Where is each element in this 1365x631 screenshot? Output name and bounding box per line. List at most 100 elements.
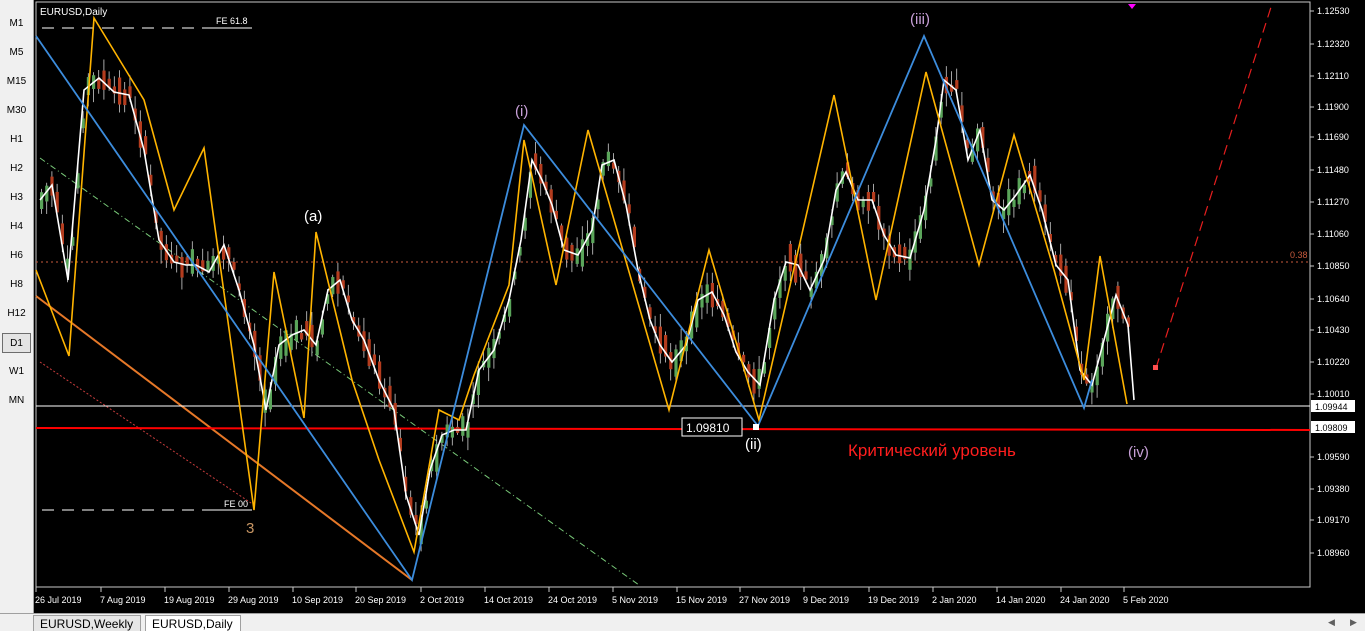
tab-eurusd-daily[interactable]: EURUSD,Daily bbox=[145, 615, 241, 631]
current-price-tag-value: 1.09944 bbox=[1315, 402, 1348, 412]
price-tick-label: 1.11270 bbox=[1317, 197, 1349, 207]
price-tick-label: 1.09170 bbox=[1317, 515, 1350, 525]
price-tick-label: 1.11690 bbox=[1317, 132, 1349, 142]
candle-body bbox=[232, 261, 236, 270]
fe-top-label: FE 61.8 bbox=[216, 16, 248, 26]
candle-body bbox=[752, 369, 756, 394]
price-chart[interactable]: EURUSD,Daily FE 61.8 FE 00 0.38 1.09810 … bbox=[34, 0, 1365, 613]
price-tick-label: 1.12320 bbox=[1317, 39, 1350, 49]
wave-label-iv: (iv) bbox=[1128, 444, 1149, 461]
candle-body bbox=[1012, 199, 1016, 207]
date-tick-label: 2 Jan 2020 bbox=[932, 595, 977, 605]
date-tick-label: 24 Jan 2020 bbox=[1060, 595, 1110, 605]
wave-label-a: (a) bbox=[304, 208, 322, 225]
candle-body bbox=[102, 70, 106, 90]
candle-body bbox=[180, 257, 184, 278]
date-tick-label: 26 Jul 2019 bbox=[35, 595, 82, 605]
price-tick-label: 1.10850 bbox=[1317, 261, 1350, 271]
candle-body bbox=[40, 192, 44, 210]
wave-label-iii: (iii) bbox=[910, 11, 930, 28]
date-tick-label: 24 Oct 2019 bbox=[548, 595, 597, 605]
candle-body bbox=[118, 77, 122, 105]
price-tick-label: 1.10640 bbox=[1317, 294, 1350, 304]
date-tick-label: 9 Dec 2019 bbox=[803, 595, 849, 605]
candle-body bbox=[606, 151, 610, 167]
date-axis: 26 Jul 2019 7 Aug 2019 19 Aug 2019 29 Aug 2… bbox=[35, 587, 1169, 605]
candle-body bbox=[955, 80, 959, 89]
scroll-left-icon[interactable]: ◀ bbox=[1328, 617, 1335, 628]
candle-body bbox=[700, 293, 704, 308]
candle-body bbox=[674, 349, 678, 377]
candle-body bbox=[575, 248, 579, 264]
candle-body bbox=[346, 295, 350, 303]
date-tick-label: 2 Oct 2019 bbox=[420, 595, 464, 605]
timeframe-w1[interactable]: W1 bbox=[2, 362, 31, 382]
fib-38-label: 0.38 bbox=[1290, 250, 1308, 260]
chart-title: EURUSD,Daily bbox=[40, 7, 107, 18]
price-tick-label: 1.12530 bbox=[1317, 6, 1350, 16]
candle-body bbox=[461, 416, 465, 436]
critical-level-line bbox=[35, 427, 1311, 431]
projection-anchor bbox=[1153, 365, 1158, 370]
price-tick-label: 1.10220 bbox=[1317, 357, 1350, 367]
timeframe-h12[interactable]: H12 bbox=[2, 304, 31, 324]
candle-body bbox=[658, 326, 662, 354]
price-tick-label: 1.10430 bbox=[1317, 325, 1350, 335]
red-dotted-trendline bbox=[39, 361, 255, 506]
price-box-anchor bbox=[753, 424, 759, 430]
date-tick-label: 5 Nov 2019 bbox=[612, 595, 658, 605]
blue-zigzag bbox=[35, 33, 1093, 583]
price-box-value: 1.09810 bbox=[686, 421, 730, 435]
date-tick-label: 19 Aug 2019 bbox=[164, 595, 215, 605]
candle-body bbox=[580, 239, 584, 267]
price-tick-label: 1.10010 bbox=[1317, 389, 1350, 399]
timeframe-mn[interactable]: MN bbox=[2, 391, 31, 411]
candle-body bbox=[450, 426, 454, 438]
date-tick-label: 14 Oct 2019 bbox=[484, 595, 533, 605]
price-tick-label: 1.12110 bbox=[1317, 71, 1349, 81]
date-tick-label: 15 Nov 2019 bbox=[676, 595, 727, 605]
price-tick-label: 1.08960 bbox=[1317, 548, 1350, 558]
price-tick-label: 1.09380 bbox=[1317, 484, 1350, 494]
timeframe-h6[interactable]: H6 bbox=[2, 246, 31, 266]
date-tick-label: 27 Nov 2019 bbox=[739, 595, 790, 605]
date-tick-label: 19 Dec 2019 bbox=[868, 595, 919, 605]
timeframe-h1[interactable]: H1 bbox=[2, 130, 31, 150]
timeframe-m30[interactable]: M30 bbox=[2, 101, 31, 121]
timeframe-m1[interactable]: M1 bbox=[2, 14, 31, 34]
critical-level-label: Критический уровень bbox=[848, 441, 1016, 460]
date-tick-label: 7 Aug 2019 bbox=[100, 595, 146, 605]
scroll-right-icon[interactable]: ▶ bbox=[1350, 617, 1357, 628]
date-tick-label: 29 Aug 2019 bbox=[228, 595, 279, 605]
yellow-zigzag bbox=[35, 15, 1128, 555]
date-tick-label: 14 Jan 2020 bbox=[996, 595, 1046, 605]
wave-label-i: (i) bbox=[515, 103, 528, 120]
wave-label-ii: (ii) bbox=[745, 436, 762, 453]
candle-body bbox=[898, 244, 902, 264]
timeframe-h2[interactable]: H2 bbox=[2, 159, 31, 179]
timeframe-h3[interactable]: H3 bbox=[2, 188, 31, 208]
projection-line bbox=[1155, 3, 1273, 369]
orange-channel-line bbox=[35, 295, 413, 581]
timeframe-m15[interactable]: M15 bbox=[2, 72, 31, 92]
candle-body bbox=[310, 324, 314, 348]
tab-eurusd-weekly[interactable]: EURUSD,Weekly bbox=[33, 615, 141, 631]
date-tick-label: 20 Sep 2019 bbox=[355, 595, 406, 605]
terminal-window: M1 M5 M15 M30 H1 H2 H3 H4 H6 H8 H12 D1 W1 MN EURUSD,D… bbox=[0, 0, 1365, 631]
price-tick-label: 1.11060 bbox=[1317, 229, 1349, 239]
timeframe-h8[interactable]: H8 bbox=[2, 275, 31, 295]
critical-price-tag-value: 1.09809 bbox=[1315, 423, 1348, 433]
wave-label-three: 3 bbox=[246, 520, 254, 537]
chart-area[interactable]: EURUSD,Daily FE 61.8 FE 00 0.38 1.09810 … bbox=[34, 0, 1365, 613]
candle-body bbox=[1022, 184, 1026, 194]
timeframe-m5[interactable]: M5 bbox=[2, 43, 31, 63]
price-tick-label: 1.09590 bbox=[1317, 452, 1350, 462]
timeframe-h4[interactable]: H4 bbox=[2, 217, 31, 237]
date-tick-label: 5 Feb 2020 bbox=[1123, 595, 1169, 605]
price-axis: 1.12530 1.12320 1.12110 1.11900 1.11690 1.114… bbox=[1310, 6, 1350, 558]
timeframe-d1[interactable]: D1 bbox=[2, 333, 31, 353]
candle-body bbox=[185, 257, 189, 265]
candle-body bbox=[123, 89, 127, 106]
green-trendline bbox=[39, 157, 640, 586]
timeframe-toolbar: M1 M5 M15 M30 H1 H2 H3 H4 H6 H8 H12 D1 W1 MN bbox=[0, 0, 34, 613]
